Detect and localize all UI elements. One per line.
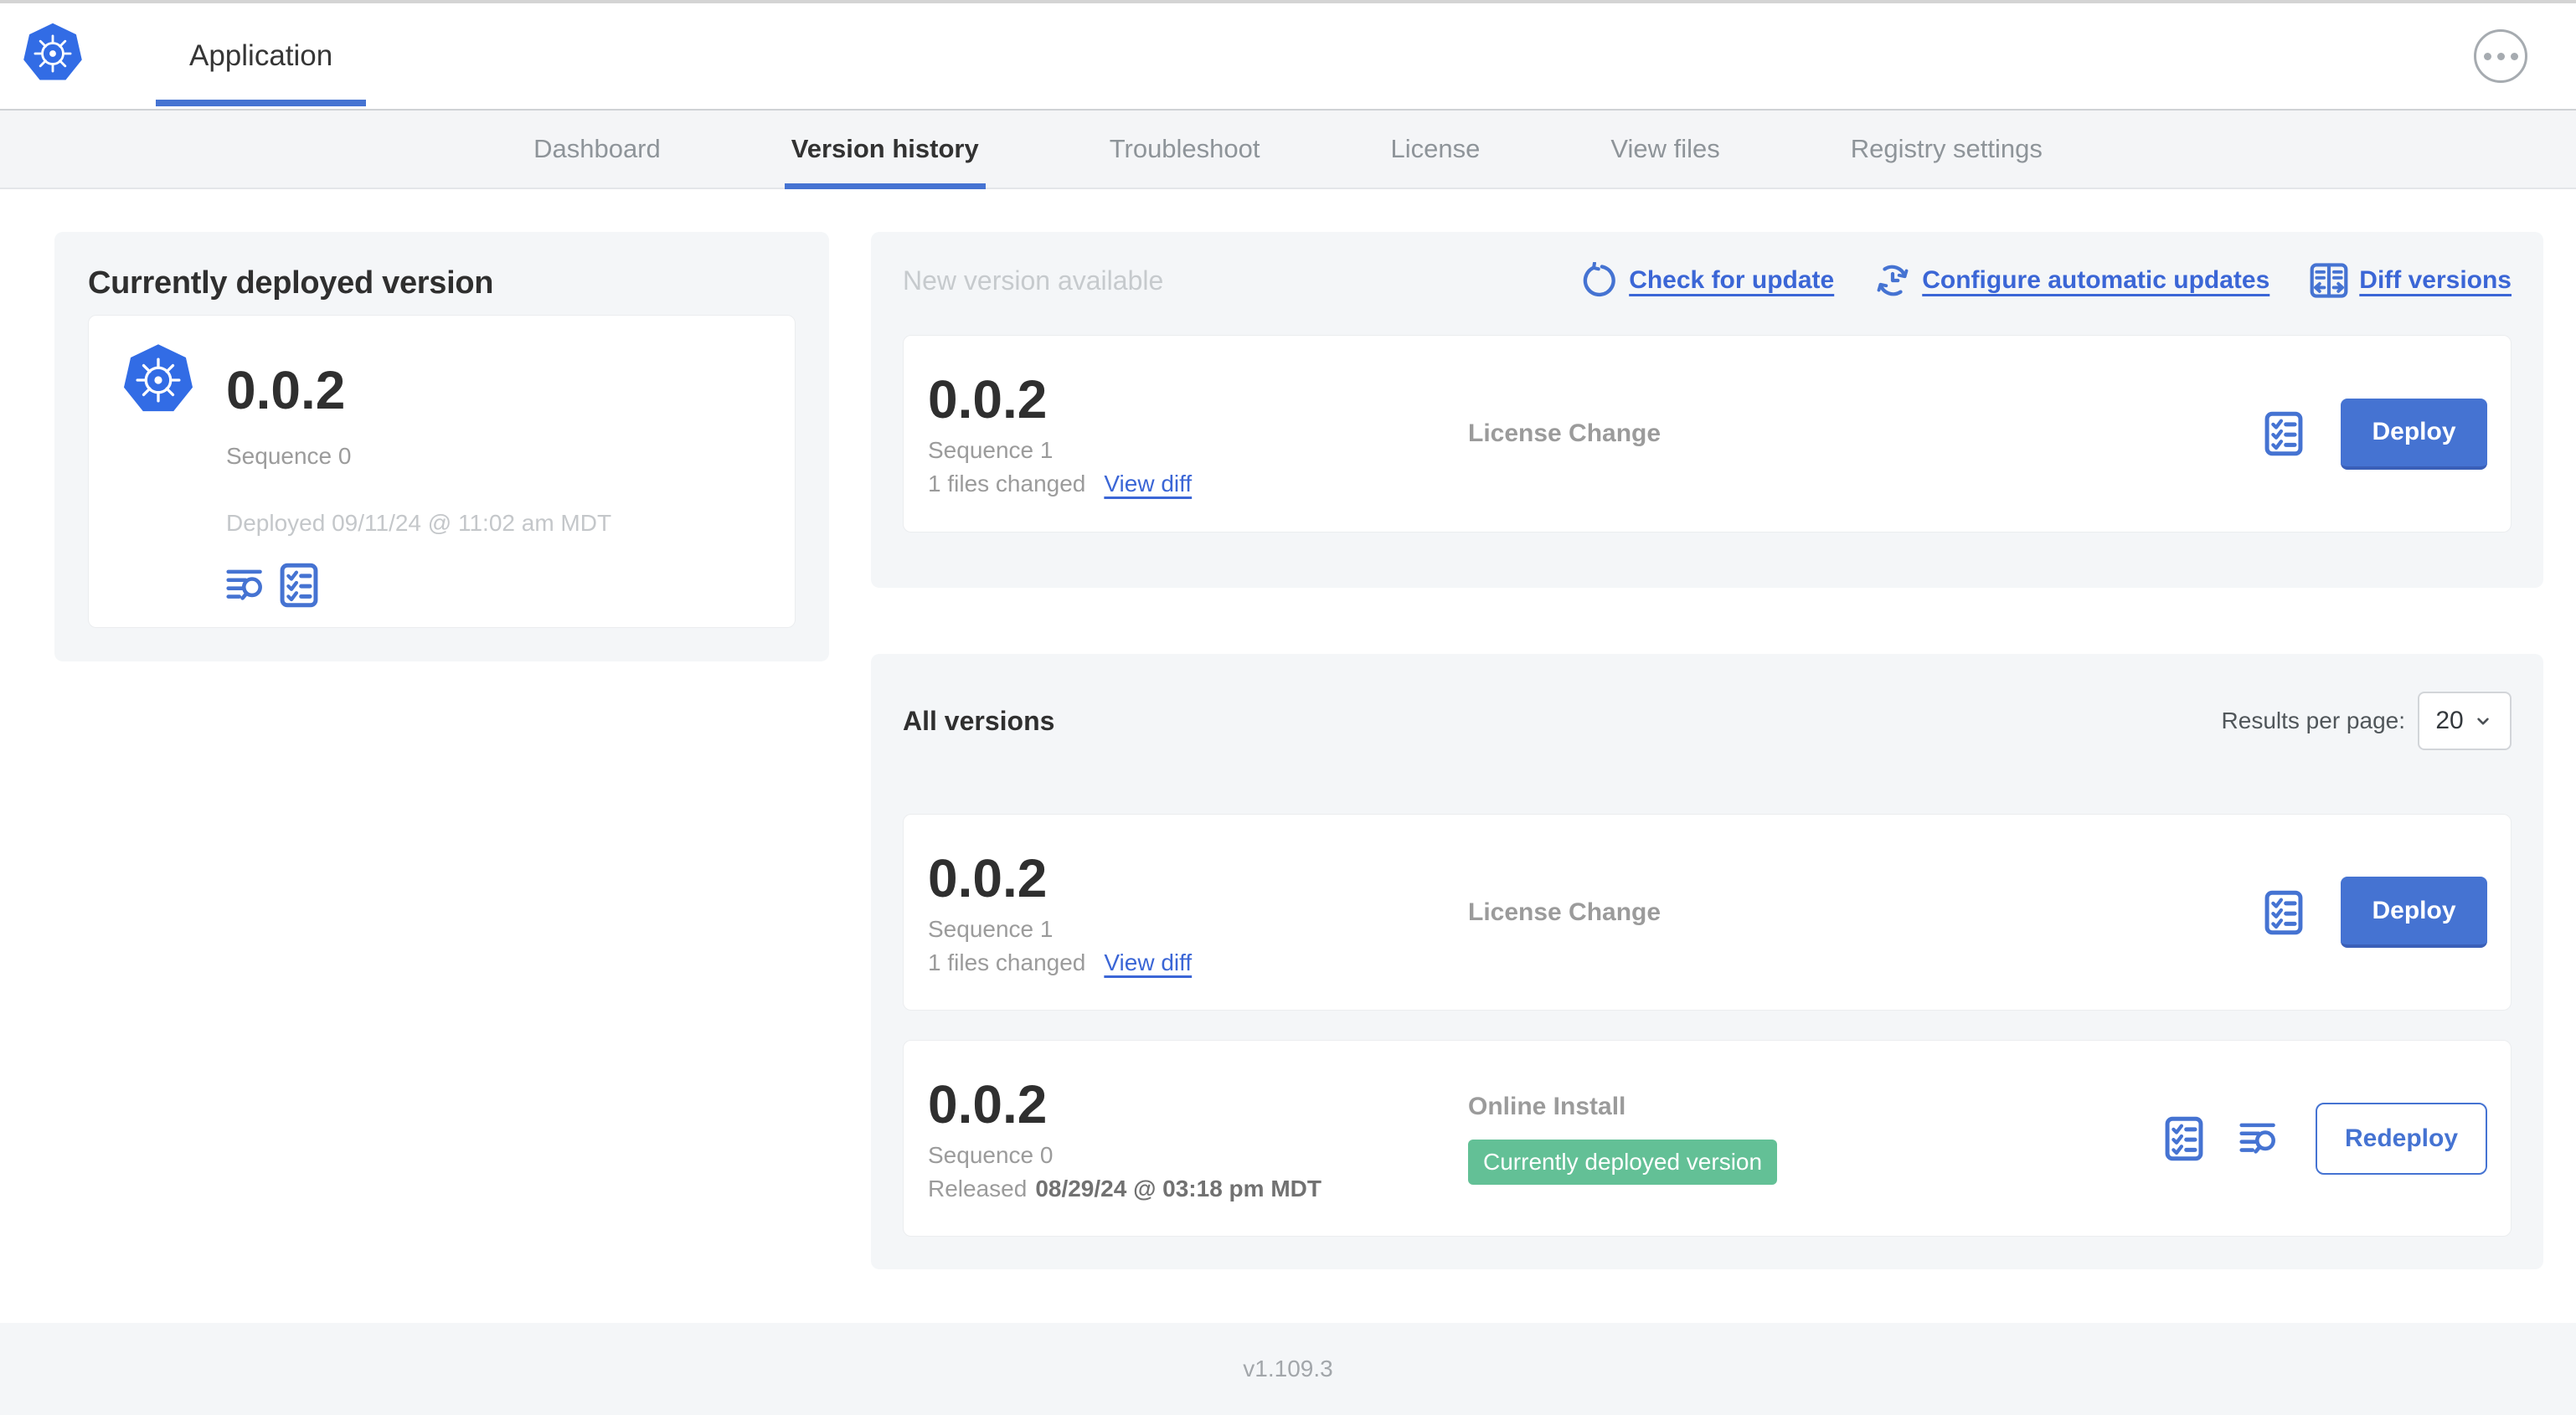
preflight-checks-icon[interactable] [2264,890,2303,935]
released-prefix: Released [928,1175,1028,1201]
new-version-panel: New version available Check for update C… [871,232,2543,588]
right-column: New version available Check for update C… [871,232,2543,1323]
tab-dashboard[interactable]: Dashboard [530,111,664,188]
tab-view-files[interactable]: View files [1607,111,1723,188]
deploy-button[interactable]: Deploy [2341,398,2487,470]
deploy-button[interactable]: Deploy [2341,877,2487,948]
app-tab-application[interactable]: Application [156,3,367,109]
tab-registry-settings[interactable]: Registry settings [1847,111,2046,188]
deployed-info: 0.0.2 Sequence 0 Deployed 09/11/24 @ 11:… [226,342,611,601]
preflight-checks-icon[interactable] [2165,1116,2203,1161]
new-version-card: 0.0.2 Sequence 1 1 files changed View di… [903,335,2512,533]
overflow-menu-button[interactable] [2474,29,2527,83]
version-source: License Change [1468,419,1661,448]
sequence-label: Sequence 0 [928,1141,1054,1168]
view-diff-link[interactable]: View diff [1104,949,1192,977]
app-subnav: Dashboard Version history Troubleshoot L… [0,109,2576,189]
sequence-label: Sequence 1 [928,437,1054,463]
card-actions: Deploy [2264,877,2487,948]
redeploy-button[interactable]: Redeploy [2316,1102,2487,1175]
results-per-page: Results per page: 20 [2222,692,2512,750]
version-info: 0.0.2 Sequence 1 1 files changed View di… [928,848,1468,977]
card-actions: Redeploy [2165,1102,2487,1175]
source-label: License Change [1468,419,1662,447]
all-versions-panel: All versions Results per page: 20 0.0.2 … [871,654,2543,1269]
version-rows: 0.0.2 Sequence 1 1 files changed View di… [903,814,2512,1237]
preflight-checks-icon[interactable] [280,563,318,608]
console-version-label: v1.109.3 [1243,1356,1333,1382]
currently-deployed-card: 0.0.2 Sequence 0 Deployed 09/11/24 @ 11:… [88,315,796,628]
chevron-down-icon [2476,718,2489,725]
version-row: 0.0.2 Sequence 0 Released 08/29/24 @ 03:… [903,1040,2512,1237]
deployed-version-label: 0.0.2 [226,360,346,420]
version-row: 0.0.2 Sequence 1 1 files changed View di… [903,814,2512,1011]
update-actions: Check for update Configure automatic upd… [1581,262,2512,299]
all-versions-header: All versions Results per page: 20 [903,692,2512,750]
new-version-title: New version available [903,265,1164,296]
deployed-card-actions [226,563,611,608]
card-actions: Deploy [2264,398,2487,470]
results-per-page-label: Results per page: [2221,708,2405,733]
all-versions-title: All versions [903,705,1055,736]
view-diff-link[interactable]: View diff [1104,470,1192,498]
view-logs-icon[interactable] [2239,1120,2280,1157]
source-label: Online Install [1468,1092,1626,1120]
diff-icon [2310,263,2348,298]
deployed-sequence-label: Sequence 0 [226,443,352,469]
files-changed-label: 1 files changed [928,471,1086,497]
tab-license[interactable]: License [1388,111,1484,188]
results-per-page-select[interactable]: 20 [2418,692,2512,750]
version-info: 0.0.2 Sequence 1 1 files changed View di… [928,369,1468,498]
currently-deployed-panel: Currently deployed version 0.0.2 Sequenc… [54,232,829,661]
version-source: License Change [1468,898,1661,927]
currently-deployed-title: Currently deployed version [88,265,494,301]
version-source: Online Install Currently deployed versio… [1468,1092,1778,1185]
files-changed-label: 1 files changed [928,949,1086,975]
diff-versions-link[interactable]: Diff versions [2310,263,2512,298]
main-content: Currently deployed version 0.0.2 Sequenc… [0,189,2576,1323]
version-label: 0.0.2 [928,847,1048,908]
currently-deployed-badge: Currently deployed version [1468,1139,1778,1185]
configure-automatic-updates-link[interactable]: Configure automatic updates [1874,262,2269,299]
refresh-icon [1581,262,1618,299]
released-line: Released 08/29/24 @ 03:18 pm MDT [928,1175,1468,1203]
preflight-checks-icon[interactable] [2264,411,2303,456]
check-for-update-link[interactable]: Check for update [1581,262,1834,299]
files-changed-line: 1 files changed View diff [928,949,1468,977]
released-date: 08/29/24 @ 03:18 pm MDT [1035,1175,1321,1201]
version-label: 0.0.2 [928,1073,1048,1135]
app-tab-label: Application [189,39,333,72]
version-label: 0.0.2 [928,369,1048,430]
tab-version-history[interactable]: Version history [784,111,986,189]
kubernetes-logo-icon [22,22,84,81]
ellipsis-icon [2483,52,2491,60]
kots-admin-console: Application Dashboard Version history Tr… [0,0,2576,1415]
deployed-timestamp: Deployed 09/11/24 @ 11:02 am MDT [226,510,612,536]
kubernetes-app-icon [122,342,194,413]
tab-troubleshoot[interactable]: Troubleshoot [1106,111,1264,188]
sequence-label: Sequence 1 [928,915,1054,942]
version-info: 0.0.2 Sequence 0 Released 08/29/24 @ 03:… [928,1074,1468,1203]
footer: v1.109.3 [0,1323,2576,1415]
view-logs-icon[interactable] [226,567,266,604]
new-version-header: New version available Check for update C… [903,262,2512,299]
source-label: License Change [1468,898,1662,926]
auto-update-schedule-icon [1874,262,1911,299]
files-changed-line: 1 files changed View diff [928,470,1468,498]
top-bar: Application [0,0,2576,109]
